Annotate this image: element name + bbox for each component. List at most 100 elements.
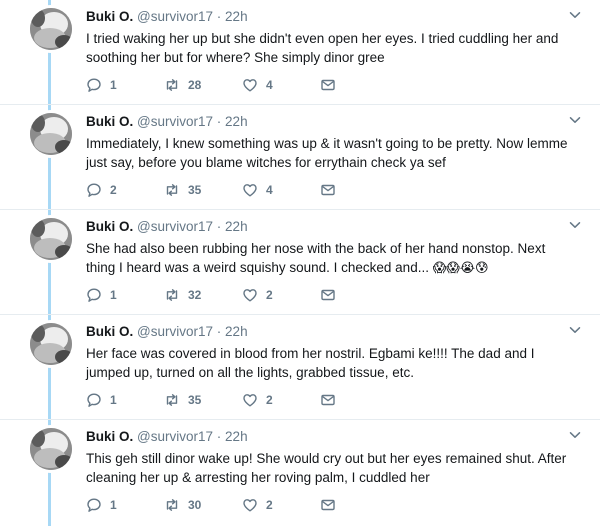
retweet-button[interactable]: 35 [164,391,201,409]
tweet-header: Buki O. @survivor17 · 22h [86,218,571,235]
retweet-button[interactable]: 30 [164,496,201,514]
tweet-content: Buki O. @survivor17 · 22h This geh still… [86,428,571,512]
tweet[interactable]: Buki O. @survivor17 · 22h She had also b… [0,210,600,315]
display-name[interactable]: Buki O. [86,219,133,234]
chevron-down-icon [569,117,581,123]
like-button[interactable]: 2 [242,391,273,409]
tweet[interactable]: Buki O. @survivor17 · 22h Her face was c… [0,315,600,420]
user-handle[interactable]: @survivor17 [137,114,213,129]
like-count: 2 [266,498,273,512]
tweet-header: Buki O. @survivor17 · 22h [86,113,571,130]
retweet-icon [166,289,178,301]
direct-message-button[interactable] [320,496,336,514]
direct-message-button[interactable] [320,181,336,199]
user-handle[interactable]: @survivor17 [137,9,213,24]
tweet-text: Her face was covered in blood from her n… [86,344,571,383]
like-count: 2 [266,288,273,302]
avatar[interactable] [30,8,72,50]
timestamp[interactable]: 22h [225,219,248,234]
timestamp[interactable]: 22h [225,324,248,339]
retweet-count: 32 [188,288,202,302]
timestamp[interactable]: 22h [225,429,248,444]
like-button[interactable]: 4 [242,76,273,94]
user-handle[interactable]: @survivor17 [137,429,213,444]
separator-dot: · [216,324,222,339]
display-name[interactable]: Buki O. [86,9,133,24]
tweet-menu-button[interactable] [568,218,582,232]
heart-icon [243,394,257,407]
reply-button[interactable]: 1 [86,496,117,514]
tweet-menu-button[interactable] [568,113,582,127]
retweet-count: 35 [188,393,202,407]
heart-icon [243,79,257,92]
heart-icon [243,289,257,302]
user-handle[interactable]: @survivor17 [137,219,213,234]
retweet-icon [166,499,178,511]
chevron-down-icon [569,12,581,18]
tweet-content: Buki O. @survivor17 · 22h I tried waking… [86,8,571,92]
tweet-text: I tried waking her up but she didn't eve… [86,29,571,68]
chevron-down-icon [569,432,581,438]
reply-icon [87,183,101,197]
like-count: 2 [266,393,273,407]
tweet[interactable]: Buki O. @survivor17 · 22h This geh still… [0,420,600,525]
tweet-content: Buki O. @survivor17 · 22h She had also b… [86,218,571,302]
reply-button[interactable]: 1 [86,76,117,94]
user-handle[interactable]: @survivor17 [137,324,213,339]
timestamp[interactable]: 22h [225,114,248,129]
tweet-menu-button[interactable] [568,8,582,22]
retweet-count: 28 [188,78,202,92]
tweet-actions: 1 28 4 [86,76,386,94]
tweet-menu-button[interactable] [568,428,582,442]
retweet-button[interactable]: 35 [164,181,201,199]
tweet-text-body: Immediately, I knew something was up & i… [86,136,568,170]
retweet-icon [166,394,178,406]
direct-message-button[interactable] [320,76,336,94]
avatar[interactable] [30,428,72,470]
tweet-thread: Buki O. @survivor17 · 22h I tried waking… [0,0,600,526]
display-name[interactable]: Buki O. [86,429,133,444]
tweet-actions: 1 30 2 [86,496,386,514]
avatar[interactable] [30,113,72,155]
timestamp[interactable]: 22h [225,9,248,24]
separator-dot: · [216,9,222,24]
retweet-button[interactable]: 32 [164,286,201,304]
reply-button[interactable]: 1 [86,286,117,304]
reply-count: 1 [110,288,117,302]
tweet[interactable]: Buki O. @survivor17 · 22h I tried waking… [0,0,600,105]
direct-message-button[interactable] [320,286,336,304]
envelope-icon [321,499,335,511]
avatar[interactable] [30,218,72,260]
reply-button[interactable]: 2 [86,181,117,199]
like-button[interactable]: 4 [242,181,273,199]
retweet-count: 30 [188,498,202,512]
direct-message-button[interactable] [320,391,336,409]
tweet-content: Buki O. @survivor17 · 22h Her face was c… [86,323,571,407]
reply-icon [87,498,101,512]
display-name[interactable]: Buki O. [86,114,133,129]
retweet-icon [166,184,178,196]
tweet[interactable]: Buki O. @survivor17 · 22h Immediately, I… [0,105,600,210]
tweet-content: Buki O. @survivor17 · 22h Immediately, I… [86,113,571,197]
display-name[interactable]: Buki O. [86,324,133,339]
tweet-actions: 1 35 2 [86,391,386,409]
reply-icon [87,393,101,407]
like-button[interactable]: 2 [242,496,273,514]
like-button[interactable]: 2 [242,286,273,304]
tweet-header: Buki O. @survivor17 · 22h [86,428,571,445]
reply-icon [87,288,101,302]
avatar-photo-icon [30,428,72,470]
reply-button[interactable]: 1 [86,391,117,409]
tweet-menu-button[interactable] [568,323,582,337]
tweet-actions: 2 35 4 [86,181,386,199]
heart-icon [243,184,257,197]
tweet-text: This geh still dinor wake up! She would … [86,449,571,488]
tweet-emoji: 😱😱😭😰 [432,261,489,276]
separator-dot: · [216,219,222,234]
retweet-button[interactable]: 28 [164,76,201,94]
tweet-text-body: I tried waking her up but she didn't eve… [86,31,559,65]
heart-icon [243,499,257,512]
tweet-header: Buki O. @survivor17 · 22h [86,323,571,340]
envelope-icon [321,289,335,301]
avatar[interactable] [30,323,72,365]
